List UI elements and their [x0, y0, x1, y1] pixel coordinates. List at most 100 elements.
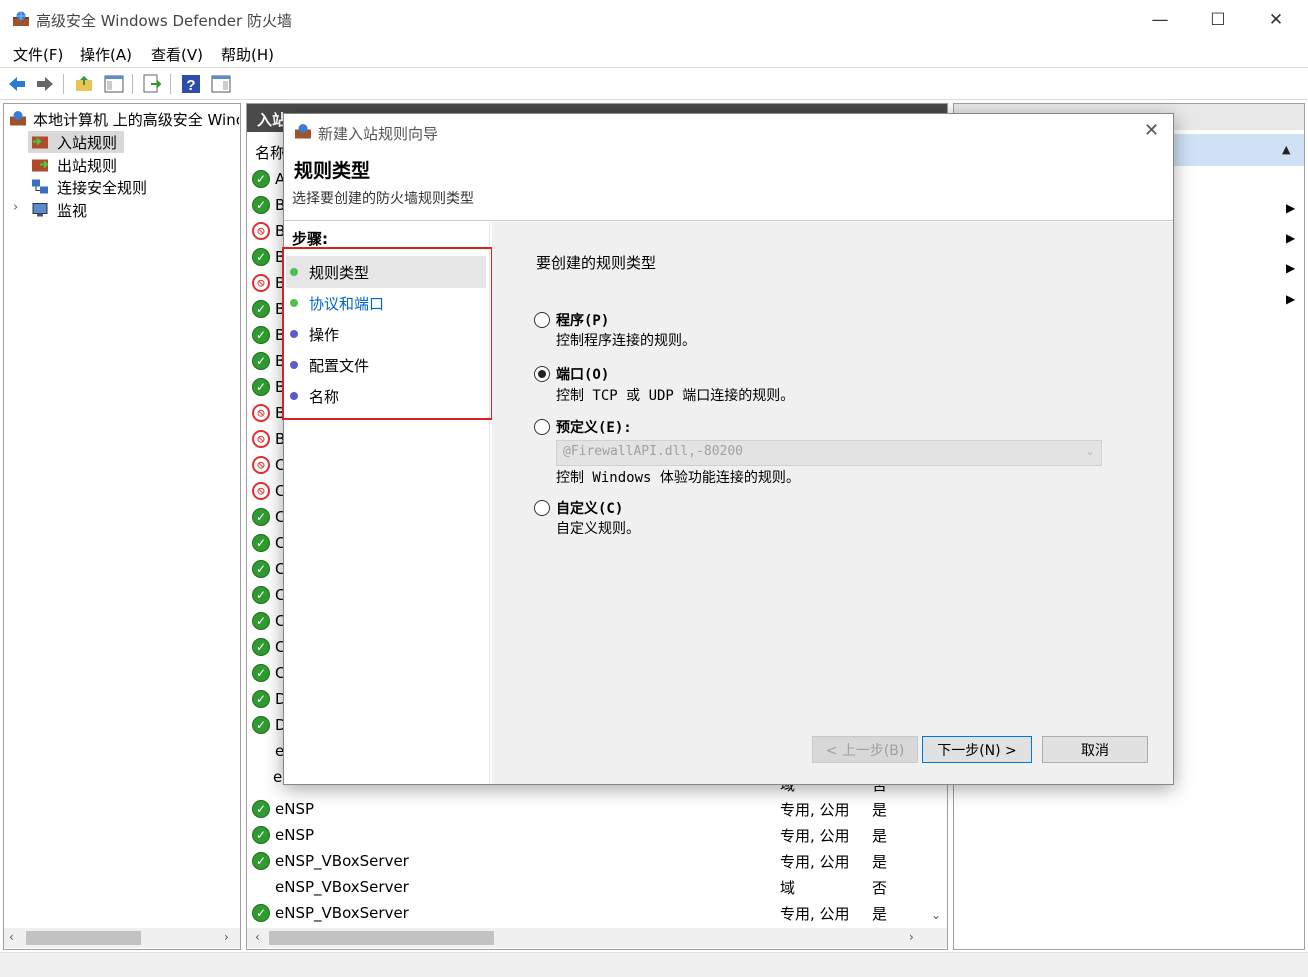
up-folder-icon[interactable]	[73, 73, 95, 95]
allow-check-icon: ✓	[252, 352, 270, 370]
menu-view[interactable]: 查看(V)	[151, 44, 203, 65]
block-icon: ⦸	[252, 482, 270, 500]
option-program-desc: 控制程序连接的规则。	[556, 333, 696, 349]
predefined-dropdown-value: @FirewallAPI.dll,-80200	[563, 444, 744, 459]
option-port-label[interactable]: 端口(O)	[556, 364, 609, 384]
export-list-icon[interactable]	[141, 73, 163, 95]
forward-arrow-icon[interactable]	[34, 73, 56, 95]
table-row[interactable]: ✓ eNSP_VBoxServer 专用, 公用 是	[252, 848, 932, 874]
allow-check-icon: ✓	[252, 716, 270, 734]
rule-enabled: 是	[872, 800, 888, 819]
show-hide-action-pane-icon[interactable]	[210, 73, 232, 95]
column-header-name[interactable]: 名称	[255, 142, 285, 163]
scroll-right-arrow[interactable]: ›	[224, 930, 229, 944]
tree-item-inbound-rules[interactable]: 入站规则	[57, 132, 117, 153]
submenu-arrow-icon[interactable]: ▶	[1286, 201, 1295, 215]
block-icon: ⦸	[252, 222, 270, 240]
toolbar-separator	[170, 74, 171, 94]
wizard-subheading: 选择要创建的防火墙规则类型	[292, 191, 474, 207]
tree-item-outbound-rules[interactable]: 出站规则	[57, 155, 117, 176]
expand-chevron-icon[interactable]: ›	[13, 200, 18, 215]
allow-check-icon: ✓	[252, 638, 270, 656]
scroll-right-arrow[interactable]: ›	[909, 930, 914, 944]
table-row[interactable]: eNSP_VBoxServer 域 否	[252, 874, 932, 900]
scroll-left-arrow[interactable]: ‹	[9, 930, 14, 944]
no-status-icon	[252, 742, 270, 760]
allow-check-icon: ✓	[252, 586, 270, 604]
scrollbar-thumb[interactable]	[26, 931, 141, 945]
radio-port[interactable]	[534, 366, 550, 382]
wizard-content-pane: 要创建的规则类型 程序(P) 控制程序连接的规则。 端口(O) 控制 TCP 或…	[492, 222, 1173, 784]
option-predefined-label[interactable]: 预定义(E):	[556, 417, 632, 437]
monitoring-icon	[32, 203, 48, 217]
cancel-button[interactable]: 取消	[1042, 736, 1148, 763]
maximize-button[interactable]: ☐	[1195, 0, 1241, 40]
new-inbound-rule-wizard: 新建入站规则向导 ✕ 规则类型 选择要创建的防火墙规则类型 步骤: 规则类型 协…	[282, 113, 1174, 785]
predefined-rules-dropdown[interactable]: @FirewallAPI.dll,-80200 ⌄	[556, 440, 1102, 466]
submenu-arrow-icon[interactable]: ▶	[1286, 231, 1295, 245]
back-button[interactable]: < 上一步(B)	[812, 736, 918, 763]
highlight-box	[282, 247, 493, 420]
block-icon: ⦸	[252, 430, 270, 448]
menu-file[interactable]: 文件(F)	[13, 44, 63, 65]
radio-program[interactable]	[534, 312, 550, 328]
allow-check-icon: ✓	[252, 560, 270, 578]
console-tree: 本地计算机 上的高级安全 Winc 入站规则 出站规则 连接安全规则 › 监视 …	[3, 103, 241, 950]
allow-check-icon: ✓	[252, 378, 270, 396]
rule-enabled: 是	[872, 852, 888, 871]
table-row[interactable]: ✓ eNSP_VBoxServer 专用, 公用 是	[252, 900, 932, 926]
connection-security-icon	[32, 179, 48, 194]
no-status-icon	[252, 878, 270, 896]
submenu-arrow-icon[interactable]: ▶	[1286, 261, 1295, 275]
tree-item-monitoring[interactable]: 监视	[57, 200, 87, 221]
radio-predefined[interactable]	[534, 419, 550, 435]
allow-check-icon: ✓	[252, 508, 270, 526]
rule-name: eNSP	[275, 826, 315, 844]
allow-check-icon: ✓	[252, 170, 270, 188]
menu-action[interactable]: 操作(A)	[80, 44, 132, 65]
help-icon[interactable]: ?	[180, 73, 202, 95]
allow-check-icon: ✓	[252, 612, 270, 630]
toolbar-separator	[63, 74, 64, 94]
close-button[interactable]: ✕	[1253, 0, 1299, 40]
minimize-button[interactable]: —	[1137, 0, 1183, 40]
horizontal-scrollbar[interactable]: ‹ ›	[4, 928, 240, 948]
rule-profile: 专用, 公用	[780, 826, 850, 845]
option-port-desc: 控制 TCP 或 UDP 端口连接的规则。	[556, 388, 795, 404]
scrollbar-thumb[interactable]	[269, 931, 494, 945]
firewall-icon	[13, 11, 29, 26]
dialog-title: 新建入站规则向导	[318, 125, 439, 143]
allow-check-icon: ✓	[252, 826, 270, 844]
block-icon: ⦸	[252, 404, 270, 422]
show-hide-tree-icon[interactable]	[103, 73, 125, 95]
tree-item-connection-security-rules[interactable]: 连接安全规则	[57, 177, 147, 198]
option-program-label[interactable]: 程序(P)	[556, 310, 609, 330]
scroll-left-arrow[interactable]: ‹	[255, 930, 260, 944]
allow-check-icon: ✓	[252, 534, 270, 552]
allow-check-icon: ✓	[252, 690, 270, 708]
toolbar-separator	[132, 74, 133, 94]
scroll-down-arrow[interactable]: ⌄	[931, 908, 941, 922]
next-button[interactable]: 下一步(N) >	[922, 736, 1032, 763]
collapse-up-icon[interactable]: ▲	[1282, 143, 1290, 156]
back-arrow-icon[interactable]	[6, 73, 28, 95]
menu-help[interactable]: 帮助(H)	[221, 44, 274, 65]
option-custom-desc: 自定义规则。	[556, 521, 640, 537]
horizontal-scrollbar[interactable]: ‹ ›	[247, 928, 947, 948]
no-status-icon	[252, 768, 268, 786]
rule-profile: 域	[780, 878, 796, 897]
wizard-heading: 规则类型	[294, 160, 371, 182]
option-predefined-desc: 控制 Windows 体验功能连接的规则。	[556, 470, 800, 486]
allow-check-icon: ✓	[252, 196, 270, 214]
steps-label: 步骤:	[292, 230, 328, 248]
rules-list: ✓ eNSP 专用, 公用是 ✓ eNSP 专用, 公用是 ✓ eNSP_VBoxServer…	[252, 796, 932, 926]
dialog-close-button[interactable]: ✕	[1144, 120, 1159, 141]
radio-custom[interactable]	[534, 500, 550, 516]
table-row[interactable]: ✓ eNSP 专用, 公用 是	[252, 822, 932, 848]
rule-name: eNSP_VBoxServer	[275, 878, 409, 896]
window-title: 高级安全 Windows Defender 防火墙	[36, 12, 292, 30]
table-row[interactable]: ✓ eNSP 专用, 公用 是	[252, 796, 932, 822]
tree-root[interactable]: 本地计算机 上的高级安全 Winc	[33, 109, 239, 130]
option-custom-label[interactable]: 自定义(C)	[556, 498, 623, 518]
submenu-arrow-icon[interactable]: ▶	[1286, 292, 1295, 306]
